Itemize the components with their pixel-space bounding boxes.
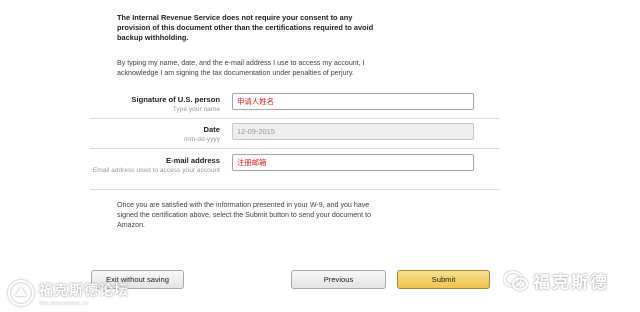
watermark-right: 福克斯德	[503, 268, 609, 293]
typing-acknowledgement: By typing my name, date, and the e-mail …	[117, 59, 365, 77]
watermark-left-subtitle: bbs.asiacomtec.cn	[39, 300, 89, 307]
date-label: Date	[203, 125, 220, 134]
date-label-group: Date mm-dd-yyyy	[90, 125, 220, 144]
watermark-left: 福克斯德论坛 bbs.asiacomtec.cn	[6, 278, 129, 308]
signature-row: Signature of U.S. person Type your name …	[90, 93, 500, 115]
date-hint: mm-dd-yyyy	[184, 136, 220, 143]
email-label: E-mail address	[165, 156, 220, 165]
forum-logo-icon	[7, 279, 35, 307]
watermark-left-text: 福克斯德论坛 bbs.asiacomtec.cn	[39, 280, 129, 307]
signature-hint: Type your name	[172, 106, 220, 113]
consent-notice: The Internal Revenue Service does not re…	[117, 13, 374, 42]
wechat-icon	[503, 270, 528, 290]
divider	[90, 148, 500, 149]
email-label-group: E-mail address Email address used to acc…	[90, 156, 220, 175]
signature-label: Signature of U.S. person	[131, 95, 220, 104]
divider	[90, 189, 500, 190]
date-row: Date mm-dd-yyyy 12-09-2015	[90, 123, 500, 145]
signature-label-group: Signature of U.S. person Type your name	[90, 95, 220, 114]
submit-button[interactable]: Submit	[397, 270, 490, 289]
divider	[90, 118, 500, 119]
signature-input[interactable]: 申请人姓名	[232, 93, 474, 110]
email-hint: Email address used to access your accoun…	[92, 167, 220, 174]
email-row: E-mail address Email address used to acc…	[90, 154, 500, 188]
email-input[interactable]: 注册邮箱	[232, 154, 474, 171]
watermark-right-title: 福克斯德	[533, 273, 609, 293]
previous-button[interactable]: Previous	[291, 270, 386, 289]
watermark-left-title: 福克斯德论坛	[39, 282, 129, 299]
submit-instructions: Once you are satisfied with the informat…	[117, 201, 371, 229]
date-field: 12-09-2015	[232, 123, 474, 140]
